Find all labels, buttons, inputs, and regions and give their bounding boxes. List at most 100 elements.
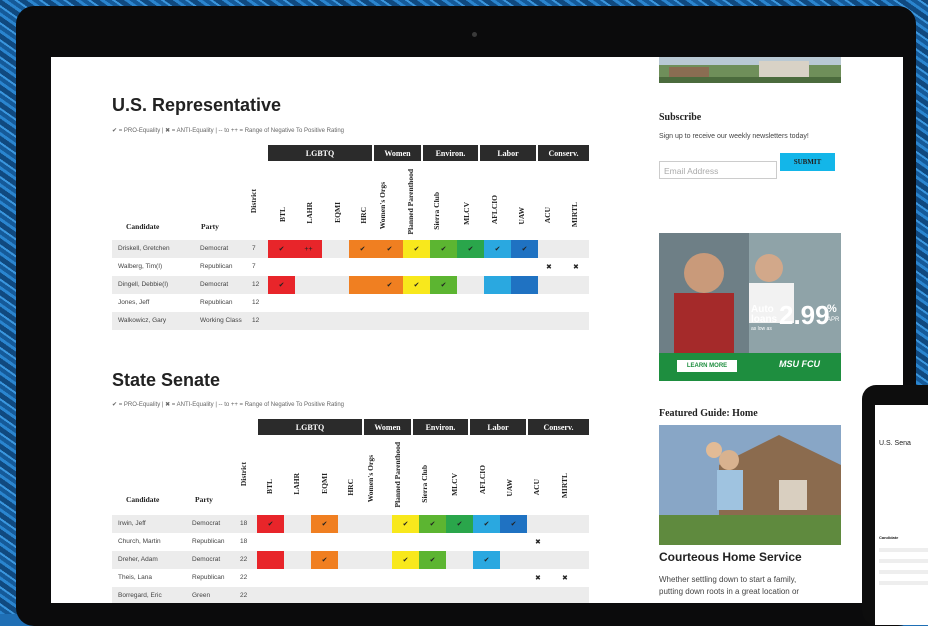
rating-pp: ✔ xyxy=(392,551,419,569)
rating-uaw: ✔ xyxy=(500,515,527,533)
col-planned-parenthood: Planned Parenthood xyxy=(393,442,402,508)
ad-brand-logo: MSU FCU xyxy=(779,359,820,369)
col-eqmi: EQMI xyxy=(333,202,342,223)
sidebar: Subscribe Sign up to receive our weekly … xyxy=(659,57,849,603)
guide-text: Whether settling down to start a family, xyxy=(659,575,797,584)
table-row: Walberg, Tim(I) Republican 7 ✖ ✖ xyxy=(118,263,579,271)
col-uaw: UAW xyxy=(517,207,526,225)
rating-mirtl: ✖ xyxy=(573,264,579,271)
col-planned-parenthood: Planned Parenthood xyxy=(406,169,415,235)
phone-row xyxy=(879,559,928,563)
col-lahr: LAHR xyxy=(292,473,301,495)
rating-pp: ✔ xyxy=(392,515,419,533)
ad-line2: loans xyxy=(751,314,778,325)
table-row: Dingell, Debbie(I) Democrat 12 ✔ ✔ ✔ ✔ xyxy=(112,276,589,294)
rating-acu: ✖ xyxy=(535,575,541,582)
group-conserv: Conserv. xyxy=(538,145,589,161)
house-image xyxy=(659,57,841,83)
guide-heading[interactable]: Courteous Home Service xyxy=(659,550,802,564)
subscribe-text: Sign up to receive our weekly newsletter… xyxy=(659,133,809,140)
section-title-rep: U.S. Representative xyxy=(112,95,282,115)
col-candidate: Candidate xyxy=(126,495,160,504)
group-conserv: Conserv. xyxy=(528,419,589,435)
rating-hrc: ✔ xyxy=(349,240,376,258)
phone-screen: U.S. Sena Candidate xyxy=(875,405,928,625)
learn-more-button[interactable]: LEARN MORE xyxy=(677,360,737,372)
table-row: Irwin, Jeff Democrat 18 ✔ ✔ ✔ ✔ ✔ ✔ ✔ xyxy=(112,515,589,533)
group-labor: Labor xyxy=(480,145,536,161)
col-party: Party xyxy=(195,495,213,504)
table-row: Dreher, Adam Democrat 22 ✔ ✔ ✔ ✔ xyxy=(112,551,589,569)
phone-row xyxy=(879,581,928,585)
phone-title: U.S. Sena xyxy=(879,440,911,447)
legend-rep: ✔ = PRO-Equality | ✖ = ANTI-Equality | -… xyxy=(112,128,345,134)
phone-frame: U.S. Sena Candidate xyxy=(862,385,928,625)
col-uaw: UAW xyxy=(505,479,514,497)
col-mirtl: MIRTL xyxy=(570,202,579,228)
section-title-senate: State Senate xyxy=(112,370,221,390)
rating-sierra: ✔ xyxy=(430,240,457,258)
col-mlcv: MLCV xyxy=(462,202,471,225)
main-content: U.S. Representative ✔ = PRO-Equality | ✖… xyxy=(51,57,611,603)
subscribe-title: Subscribe xyxy=(659,112,702,123)
phone-col-candidate: Candidate xyxy=(879,535,899,540)
guide-text: putting down roots in a great location o… xyxy=(659,587,800,596)
col-acu: ACU xyxy=(543,207,552,224)
rating-aflcio: ✔ xyxy=(473,551,500,569)
rating-lahr: ++ xyxy=(295,240,322,258)
rating-aflcio: ✔ xyxy=(473,515,500,533)
col-aflcio: AFLCIO xyxy=(478,465,487,495)
browser-screen: U.S. Representative ✔ = PRO-Equality | ✖… xyxy=(51,57,903,603)
table-row: Jones, Jeff Republican 12 xyxy=(118,299,260,306)
group-environ: Environ. xyxy=(423,145,478,161)
col-mlcv: MLCV xyxy=(450,473,459,496)
rating-btl xyxy=(257,551,284,569)
col-eqmi: EQMI xyxy=(320,473,329,494)
rating-eqmi: ✔ xyxy=(311,515,338,533)
rating-btl: ✔ xyxy=(257,515,284,533)
rating-uaw xyxy=(511,276,538,294)
table-row: Church, Martin Republican 18 ✖ xyxy=(118,538,541,546)
group-lgbtq: LGBTQ xyxy=(268,145,372,161)
col-btl: BTL xyxy=(265,479,274,495)
rating-sierra: ✔ xyxy=(419,551,446,569)
ad-rate: 2.99 xyxy=(779,300,830,330)
legend-senate: ✔ = PRO-Equality | ✖ = ANTI-Equality | -… xyxy=(112,402,345,408)
col-hrc: HRC xyxy=(346,479,355,496)
camera-icon xyxy=(472,32,477,37)
group-women: Women xyxy=(374,145,421,161)
rating-mlcv: ✔ xyxy=(446,515,473,533)
col-aflcio: AFLCIO xyxy=(490,195,499,225)
rating-mlcv: ✔ xyxy=(457,240,484,258)
submit-button[interactable]: SUBMIT xyxy=(780,153,835,171)
rating-mirtl: ✖ xyxy=(562,575,568,582)
group-environ: Environ. xyxy=(413,419,468,435)
email-field[interactable]: Email Address xyxy=(659,161,777,179)
col-district: District xyxy=(239,462,248,487)
rating-acu: ✖ xyxy=(546,264,552,271)
table-row: Borregard, Eric Green 22 xyxy=(112,587,589,603)
rating-pp: ✔ xyxy=(403,276,430,294)
rating-aflcio xyxy=(484,276,511,294)
guide-title: Featured Guide: Home xyxy=(659,408,758,419)
col-hrc: HRC xyxy=(359,207,368,224)
col-btl: BTL xyxy=(278,207,287,223)
phone-row xyxy=(879,548,928,552)
ad-apr: APR xyxy=(827,317,840,323)
ad-unit: % xyxy=(827,303,837,315)
rating-womens-orgs: ✔ xyxy=(376,240,403,258)
auto-loan-ad[interactable]: Auto loans as low as 2.99 % APR LEARN MO… xyxy=(659,233,841,381)
table-row: Walkowicz, Gary Working Class 12 xyxy=(112,312,589,330)
rating-eqmi: ✔ xyxy=(311,551,338,569)
ad-line3: as low as xyxy=(751,326,772,332)
rating-aflcio: ✔ xyxy=(484,240,511,258)
group-women: Women xyxy=(364,419,411,435)
rating-btl: ✔ xyxy=(268,240,295,258)
col-womens-orgs: Women's Orgs xyxy=(366,455,375,503)
group-lgbtq: LGBTQ xyxy=(258,419,362,435)
col-acu: ACU xyxy=(532,479,541,496)
col-candidate: Candidate xyxy=(126,222,160,231)
col-lahr: LAHR xyxy=(305,202,314,224)
rating-uaw: ✔ xyxy=(511,240,538,258)
table-row: Theis, Lana Republican 22 ✖ ✖ xyxy=(118,574,568,582)
